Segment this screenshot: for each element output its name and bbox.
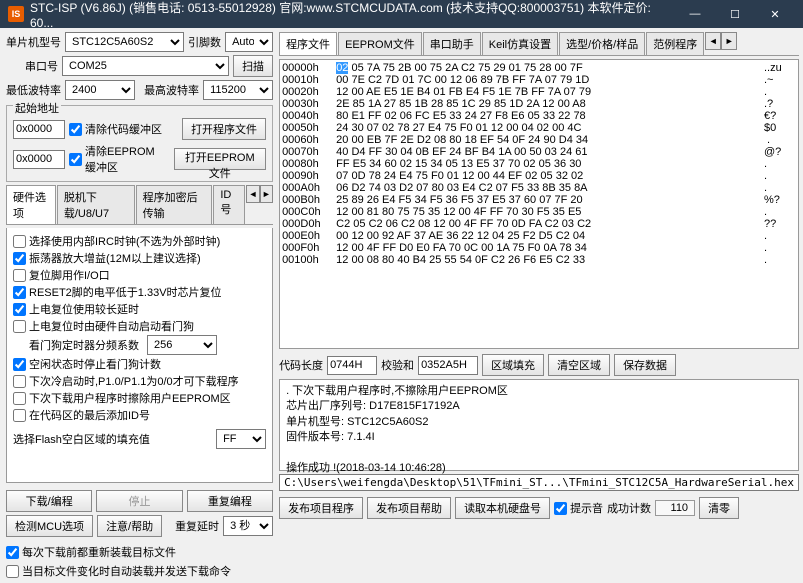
open-eeprom-button[interactable]: 打开EEPROM文件 <box>174 148 267 170</box>
pins-select[interactable]: Auto <box>225 32 273 52</box>
maxbaud-label: 最高波特率 <box>144 82 199 98</box>
tab-scroll-right[interactable]: ► <box>260 185 273 203</box>
mcu-label: 单片机型号 <box>6 34 61 50</box>
next-dl-checkbox[interactable] <box>13 392 26 405</box>
tab-id[interactable]: ID号 <box>213 185 245 224</box>
clear-eeprom-checkbox[interactable] <box>69 153 82 166</box>
clear-eeprom-label: 清除EEPROM缓冲区 <box>85 143 166 175</box>
rtab-scroll-right[interactable]: ► <box>721 32 737 50</box>
tab-scroll-left[interactable]: ◄ <box>246 185 259 203</box>
option-label: 复位脚用作I/O口 <box>29 267 110 283</box>
pins-label: 引脚数 <box>188 34 221 50</box>
option-checkbox[interactable] <box>13 269 26 282</box>
option-checkbox[interactable] <box>13 252 26 265</box>
right-tabs: 程序文件 EEPROM文件 串口助手 Keil仿真设置 选型/价格/样品 范例程… <box>279 32 799 56</box>
repeat-button[interactable]: 重复编程 <box>187 490 273 512</box>
rtab-scroll-left[interactable]: ◄ <box>705 32 721 50</box>
auto-load-checkbox[interactable] <box>6 565 19 578</box>
eeprom-addr-input[interactable] <box>13 150 65 169</box>
fill-area-button[interactable]: 区域填充 <box>482 354 544 376</box>
save-data-button[interactable]: 保存数据 <box>614 354 676 376</box>
download-button[interactable]: 下载/编程 <box>6 490 92 512</box>
left-tabs: 硬件选项 脱机下载/U8/U7 程序加密后传输 ID号 ◄ ► <box>6 185 273 225</box>
tab-keil[interactable]: Keil仿真设置 <box>482 32 558 55</box>
hex-viewer[interactable]: 00000h 02 05 7A 75 2B 00 75 2A C2 75 29 … <box>279 59 799 349</box>
code-length-value <box>327 356 377 375</box>
add-id-checkbox[interactable] <box>13 409 26 422</box>
stop-button[interactable]: 停止 <box>96 490 182 512</box>
repeat-delay-label: 重复延时 <box>175 518 219 534</box>
repeat-delay-select[interactable]: 3 秒 <box>223 516 273 536</box>
success-count-label: 成功计数 <box>607 500 651 516</box>
output-log: . 下次下载用户程序时,不擦除用户EEPROM区芯片出厂序列号: D17E815… <box>279 379 799 471</box>
option-label: 上电复位使用较长延时 <box>29 301 139 317</box>
minbaud-label: 最低波特率 <box>6 82 61 98</box>
publish-project-button[interactable]: 发布项目程序 <box>279 497 363 519</box>
option-checkbox[interactable] <box>13 303 26 316</box>
option-checkbox[interactable] <box>13 286 26 299</box>
tab-encrypt[interactable]: 程序加密后传输 <box>136 185 213 224</box>
next-cold-label: 下次冷启动时,P1.0/P1.1为0/0才可下载程序 <box>29 373 239 389</box>
code-addr-input[interactable] <box>13 120 65 139</box>
maximize-button[interactable]: ☐ <box>715 0 755 28</box>
tab-program-file[interactable]: 程序文件 <box>279 32 337 55</box>
minimize-button[interactable]: — <box>675 0 715 28</box>
reload-checkbox[interactable] <box>6 546 19 559</box>
minbaud-select[interactable]: 2400 <box>65 80 135 100</box>
port-label: 串口号 <box>6 58 58 74</box>
checksum-value <box>418 356 478 375</box>
app-icon: IS <box>8 6 24 22</box>
wdt-select[interactable]: 256 <box>147 335 217 355</box>
idle-stop-label: 空闲状态时停止看门狗计数 <box>29 356 161 372</box>
tab-examples[interactable]: 范例程序 <box>646 32 704 55</box>
hint-sound-checkbox[interactable] <box>554 502 567 515</box>
auto-load-label: 当目标文件变化时自动装载并发送下载命令 <box>22 563 231 579</box>
tab-offline[interactable]: 脱机下载/U8/U7 <box>57 185 135 224</box>
publish-help-button[interactable]: 发布项目帮助 <box>367 497 451 519</box>
code-length-label: 代码长度 <box>279 357 323 373</box>
start-addr-title: 起始地址 <box>13 103 61 115</box>
scan-button[interactable]: 扫描 <box>233 55 273 77</box>
tab-eeprom-file[interactable]: EEPROM文件 <box>338 32 422 55</box>
tab-price[interactable]: 选型/价格/样品 <box>559 32 645 55</box>
reset-count-button[interactable]: 清零 <box>699 497 739 519</box>
file-path: C:\Users\weifengda\Desktop\51\TFmini_ST.… <box>279 474 799 491</box>
tab-hardware[interactable]: 硬件选项 <box>6 185 56 224</box>
add-id-label: 在代码区的最后添加ID号 <box>29 407 150 423</box>
clear-code-checkbox[interactable] <box>69 123 82 136</box>
read-disk-button[interactable]: 读取本机硬盘号 <box>455 497 550 519</box>
fill-label: 选择Flash空白区域的填充值 <box>13 431 150 447</box>
reload-label: 每次下载前都重新装载目标文件 <box>22 544 176 560</box>
detect-mcu-button[interactable]: 检测MCU选项 <box>6 515 93 537</box>
option-label: RESET2脚的电平低于1.33V时芯片复位 <box>29 284 222 300</box>
checksum-label: 校验和 <box>381 357 414 373</box>
success-count-value: 110 <box>655 500 695 516</box>
tab-serial-helper[interactable]: 串口助手 <box>423 32 481 55</box>
next-cold-checkbox[interactable] <box>13 375 26 388</box>
wdt-label: 看门狗定时器分频系数 <box>13 337 139 353</box>
option-label: 上电复位时由硬件自动启动看门狗 <box>29 318 194 334</box>
option-label: 选择使用内部IRC时钟(不选为外部时钟) <box>29 233 220 249</box>
port-select[interactable]: COM25 <box>62 56 229 76</box>
fill-value-select[interactable]: FF <box>216 429 266 449</box>
hint-sound-label: 提示音 <box>570 500 603 516</box>
close-button[interactable]: ✕ <box>755 0 795 28</box>
clear-area-button[interactable]: 清空区域 <box>548 354 610 376</box>
option-checkbox[interactable] <box>13 320 26 333</box>
mcu-select[interactable]: STC12C5A60S2 <box>65 32 184 52</box>
option-label: 振荡器放大增益(12M以上建议选择) <box>29 250 201 266</box>
help-button[interactable]: 注意/帮助 <box>97 515 162 537</box>
clear-code-label: 清除代码缓冲区 <box>85 121 162 137</box>
window-title: STC-ISP (V6.86J) (销售电话: 0513-55012928) 官… <box>30 0 675 30</box>
maxbaud-select[interactable]: 115200 <box>203 80 273 100</box>
idle-stop-checkbox[interactable] <box>13 358 26 371</box>
option-checkbox[interactable] <box>13 235 26 248</box>
open-code-button[interactable]: 打开程序文件 <box>182 118 266 140</box>
next-dl-label: 下次下载用户程序时擦除用户EEPROM区 <box>29 390 231 406</box>
